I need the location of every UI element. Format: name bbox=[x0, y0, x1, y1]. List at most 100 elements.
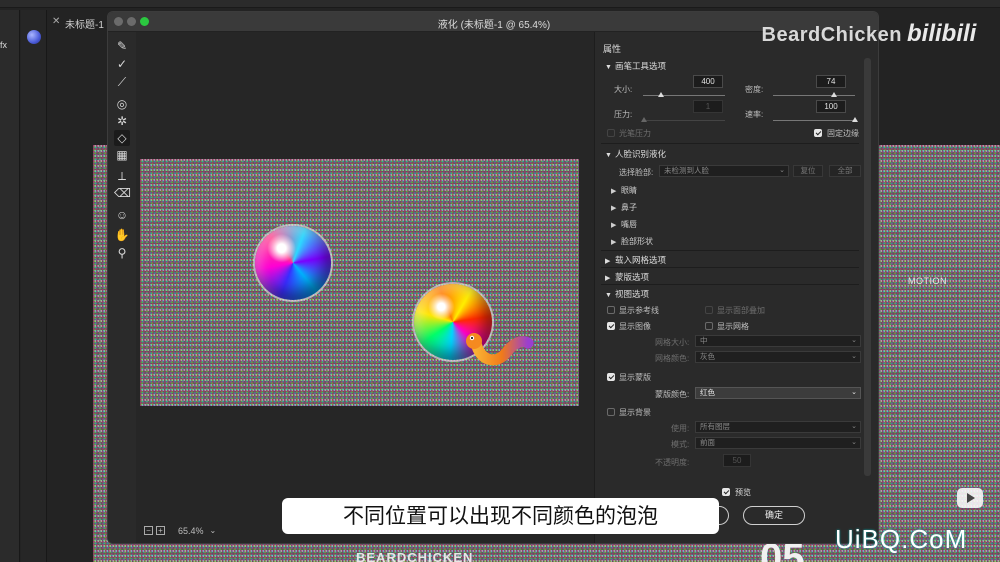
show-mask-checkbox[interactable] bbox=[607, 373, 615, 381]
mesh-color-dropdown[interactable]: 灰色 ⌄ bbox=[695, 351, 861, 363]
rate-slider-thumb[interactable] bbox=[852, 117, 858, 122]
use-value: 所有图层 bbox=[700, 422, 730, 431]
size-slider[interactable] bbox=[643, 92, 725, 97]
pin-edges-checkbox[interactable] bbox=[814, 129, 822, 137]
section-label: 人脸识别液化 bbox=[615, 149, 667, 159]
rate-slider[interactable] bbox=[773, 117, 858, 122]
disclosure-closed-icon: ▶ bbox=[605, 275, 611, 282]
mask-color-dropdown[interactable]: 红色 ⌄ bbox=[695, 387, 861, 399]
show-face-overlay-checkbox[interactable] bbox=[705, 306, 713, 314]
stylus-pressure-checkbox[interactable] bbox=[607, 129, 615, 137]
mask-color-label: 蒙版颜色: bbox=[655, 390, 690, 399]
show-image-label: 显示图像 bbox=[619, 322, 651, 331]
disclosure-closed-icon: ▶ bbox=[611, 205, 617, 212]
twirl-icon[interactable]: ◎ bbox=[114, 96, 130, 112]
reconstruct-icon[interactable]: ✓ bbox=[114, 56, 130, 72]
size-input[interactable]: 400 bbox=[693, 75, 723, 88]
bubble-blue bbox=[255, 226, 331, 300]
all-button[interactable]: 全部 bbox=[829, 165, 861, 177]
pressure-slider[interactable] bbox=[640, 117, 725, 122]
face-item-eyes[interactable]: ▶ 眼睛 bbox=[611, 185, 637, 196]
pucker-icon[interactable]: ✲ bbox=[114, 113, 130, 129]
section-label: 载入网格选项 bbox=[615, 255, 667, 265]
forward-warp-icon[interactable]: ✎ bbox=[114, 38, 130, 54]
mesh-size-value: 中 bbox=[700, 336, 708, 345]
preview-label: 预览 bbox=[735, 488, 751, 497]
show-backdrop-label: 显示背景 bbox=[619, 408, 651, 417]
density-slider[interactable] bbox=[773, 92, 855, 97]
select-face-dropdown[interactable]: 未检测到人脸 ⌄ bbox=[659, 165, 789, 177]
disclosure-closed-icon: ▶ bbox=[611, 188, 617, 195]
disclosure-open-icon: ▼ bbox=[605, 292, 612, 299]
zoom-in-button[interactable]: + bbox=[156, 526, 165, 536]
face-item-mouth[interactable]: ▶ 嘴唇 bbox=[611, 219, 637, 230]
hand-icon[interactable]: ✋ bbox=[114, 227, 130, 243]
show-mesh-checkbox[interactable] bbox=[705, 322, 713, 330]
video-subtitle: 不同位置可以出现不同颜色的泡泡 bbox=[282, 498, 719, 534]
color-ball-icon[interactable] bbox=[27, 30, 41, 44]
mesh-size-dropdown[interactable]: 中 ⌄ bbox=[695, 335, 861, 347]
use-dropdown[interactable]: 所有图层 ⌄ bbox=[695, 421, 861, 433]
mesh-color-value: 灰色 bbox=[700, 352, 715, 361]
divider bbox=[601, 284, 859, 285]
zoom-value[interactable]: 65.4% bbox=[178, 526, 204, 536]
fx-label[interactable]: fx bbox=[0, 40, 7, 50]
preview-area: − +65.4% ⌄ bbox=[136, 32, 594, 543]
mode-dropdown[interactable]: 前面 ⌄ bbox=[695, 437, 861, 449]
section-view-options[interactable]: ▼ 视图选项 bbox=[605, 288, 649, 300]
section-brush-options[interactable]: ▼ 画笔工具选项 bbox=[605, 60, 666, 72]
properties-panel: 属性 ▼ 画笔工具选项 大小: 400 密度: 74 压力: 1 速率: 100 … bbox=[594, 32, 878, 543]
opacity-input[interactable]: 50 bbox=[723, 454, 751, 467]
show-image-checkbox[interactable] bbox=[607, 322, 615, 330]
face-item-nose[interactable]: ▶ 鼻子 bbox=[611, 202, 637, 213]
watermark-text: BeardChicken bbox=[761, 24, 902, 46]
reset-button[interactable]: 复位 bbox=[793, 165, 823, 177]
section-load-mesh[interactable]: ▶ 载入网格选项 bbox=[605, 254, 666, 266]
liquify-toolbar: ✎ ✓ ⟋ ◎ ✲ ◇ ▦ ⟂ ⌫ ☺ ✋ ⚲ bbox=[108, 32, 136, 543]
preview-canvas[interactable] bbox=[140, 159, 579, 406]
pressure-input[interactable]: 1 bbox=[693, 100, 723, 113]
zoom-control: − +65.4% ⌄ bbox=[144, 525, 216, 536]
chevron-down-icon: ⌄ bbox=[851, 439, 857, 446]
density-slider-thumb[interactable] bbox=[830, 92, 837, 97]
size-slider-thumb[interactable] bbox=[658, 92, 665, 97]
play-icon[interactable] bbox=[957, 488, 983, 508]
push-left-icon[interactable]: ▦ bbox=[114, 147, 130, 163]
show-face-overlay-label: 显示面部叠加 bbox=[717, 306, 765, 315]
face-item-label: 眼睛 bbox=[621, 186, 637, 195]
rate-input[interactable]: 100 bbox=[816, 100, 846, 113]
chevron-down-icon: ⌄ bbox=[851, 353, 857, 360]
rate-label: 速率: bbox=[745, 110, 764, 119]
show-backdrop-checkbox[interactable] bbox=[607, 408, 615, 416]
mesh-color-label: 网格颜色: bbox=[655, 354, 690, 363]
preview-checkbox[interactable] bbox=[722, 488, 730, 496]
section-mask-options[interactable]: ▶ 蒙版选项 bbox=[605, 271, 649, 283]
pressure-slider-thumb[interactable] bbox=[640, 117, 647, 122]
mode-label: 模式: bbox=[671, 440, 690, 449]
smooth-icon[interactable]: ⟋ bbox=[114, 74, 130, 90]
background-side-text: MOTION bbox=[908, 276, 947, 286]
face-item-shape[interactable]: ▶ 脸部形状 bbox=[611, 236, 653, 247]
disclosure-open-icon: ▼ bbox=[605, 152, 612, 159]
mode-value: 前面 bbox=[700, 438, 715, 447]
thaw-mask-icon[interactable]: ⌫ bbox=[114, 185, 131, 201]
scrollbar[interactable] bbox=[864, 58, 871, 476]
show-guides-checkbox[interactable] bbox=[607, 306, 615, 314]
options-bar bbox=[0, 0, 1000, 8]
screen: fx ✕ 未标题-1 @ MOTION BEARDCHICKEN 05 液化 (… bbox=[0, 0, 1000, 562]
section-face-aware[interactable]: ▼ 人脸识别液化 bbox=[605, 148, 666, 160]
face-tool-icon[interactable]: ☺ bbox=[114, 207, 130, 223]
disclosure-closed-icon: ▶ bbox=[605, 258, 611, 265]
close-icon[interactable]: ✕ bbox=[52, 16, 60, 27]
ok-button[interactable]: 确定 bbox=[743, 506, 805, 525]
ps-tools-column: fx bbox=[0, 10, 20, 562]
bloat-icon[interactable]: ◇ bbox=[114, 130, 130, 146]
density-input[interactable]: 74 bbox=[816, 75, 846, 88]
zoom-out-button[interactable]: − bbox=[144, 526, 153, 536]
zoom-icon[interactable]: ⚲ bbox=[114, 245, 130, 261]
chevron-down-icon[interactable]: ⌄ bbox=[210, 526, 217, 535]
section-label: 画笔工具选项 bbox=[615, 61, 667, 71]
freeze-mask-icon[interactable]: ⟂ bbox=[114, 168, 130, 184]
pin-edges-label: 固定边缘 bbox=[827, 129, 859, 138]
divider bbox=[601, 267, 859, 268]
